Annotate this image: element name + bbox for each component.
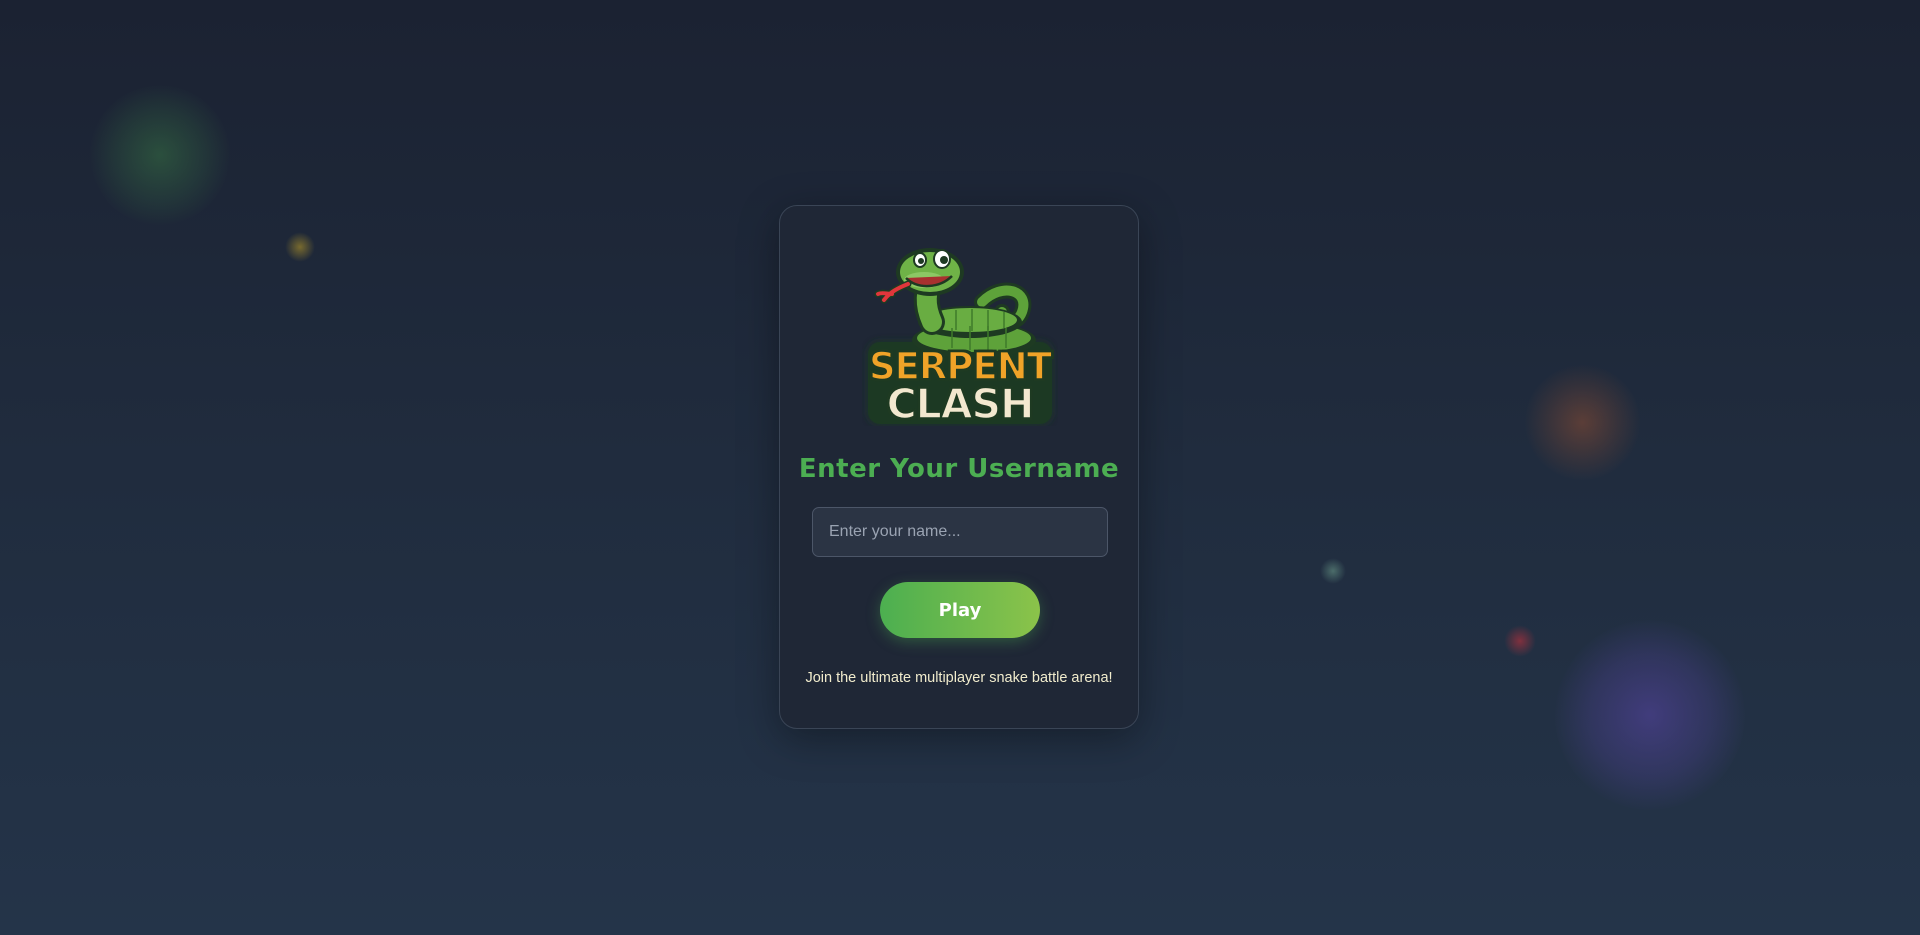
logo-title-line2: CLASH: [886, 380, 1035, 428]
background-orb-teal: [1320, 558, 1346, 584]
background-orb-red: [1504, 625, 1536, 657]
login-card: SERPENT CLASH Enter Your Username Play J…: [779, 205, 1139, 729]
background-orb-purple: [1555, 620, 1745, 810]
background-orb-orange: [1525, 365, 1640, 480]
play-button[interactable]: Play: [880, 582, 1040, 638]
background-orb-yellow: [285, 232, 315, 262]
background-orb-green: [90, 85, 230, 225]
username-input[interactable]: [812, 507, 1108, 557]
username-heading: Enter Your Username: [798, 454, 1120, 484]
tagline: Join the ultimate multiplayer snake batt…: [805, 670, 1113, 686]
serpent-clash-logo: SERPENT CLASH: [862, 242, 1058, 426]
